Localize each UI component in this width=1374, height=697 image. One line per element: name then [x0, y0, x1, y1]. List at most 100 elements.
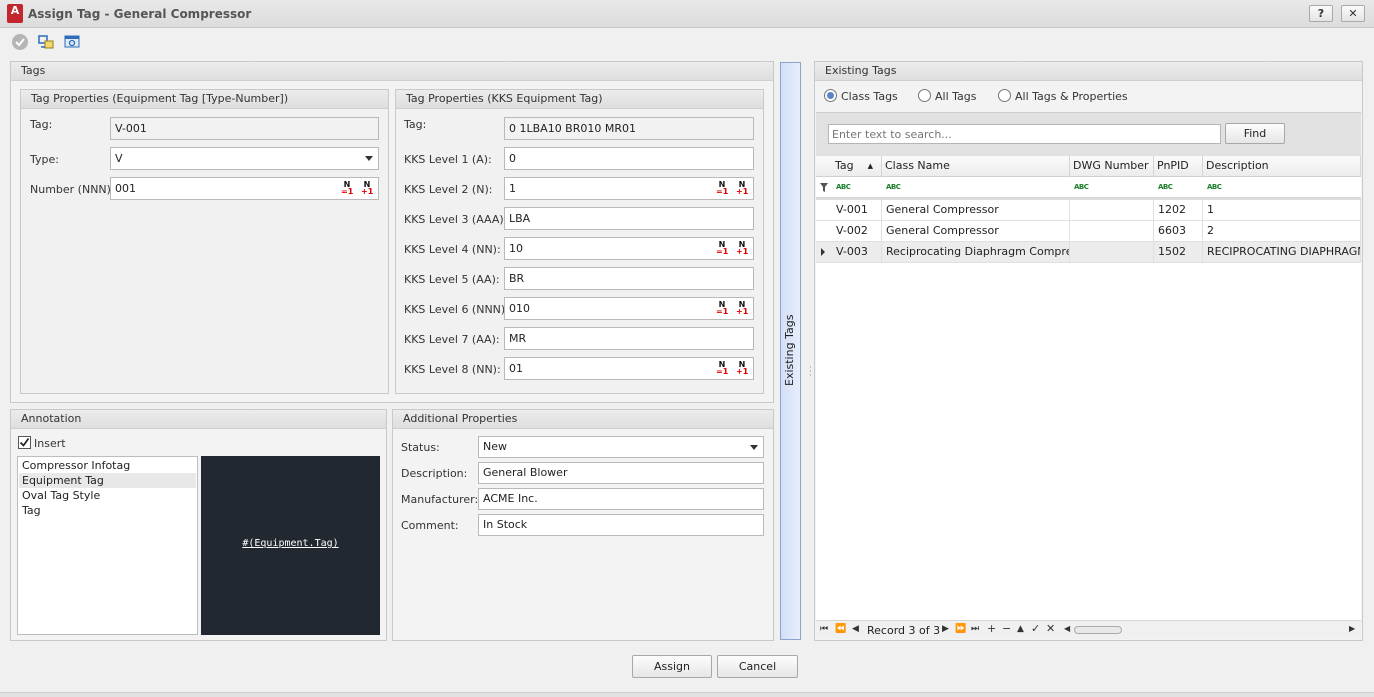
number-input[interactable]: 001 N =1 N +1	[110, 177, 379, 200]
plus-glyph: +1	[736, 187, 749, 196]
close-button[interactable]: ✕	[1341, 5, 1365, 22]
next-record-icon[interactable]: ▶	[942, 624, 949, 634]
cancel-button[interactable]: Cancel	[717, 655, 798, 678]
find-button[interactable]: Find	[1225, 123, 1285, 144]
kks-level-6-label: KKS Level 6 (NNN):	[404, 303, 509, 316]
decrement-icon[interactable]: N =1	[716, 181, 729, 196]
previous-page-icon[interactable]: ⏪	[835, 624, 846, 634]
list-item[interactable]: Tag	[19, 503, 196, 518]
scroll-right-icon[interactable]: ▶	[1349, 624, 1355, 633]
list-item[interactable]: Oval Tag Style	[19, 488, 196, 503]
type-label: Type:	[30, 153, 59, 166]
list-item[interactable]: Compressor Infotag	[19, 458, 196, 473]
description-input[interactable]: General Blower	[478, 462, 764, 484]
accept-icon[interactable]	[11, 33, 29, 51]
kks-level-value: LBA	[509, 212, 531, 225]
increment-icon[interactable]: N +1	[736, 361, 748, 376]
increment-icon[interactable]: N +1	[736, 241, 748, 256]
filter-cell-icon[interactable]: ABC	[886, 183, 901, 191]
type-select[interactable]: V	[110, 147, 379, 170]
column-header-label: PnPID	[1157, 159, 1189, 172]
kks-level-8-input[interactable]: 01 N =1 N +1	[504, 357, 754, 380]
kks-level-2-label: KKS Level 2 (N):	[404, 183, 493, 196]
description-label: Description:	[401, 467, 468, 480]
kks-level-5-input[interactable]: BR	[504, 267, 754, 290]
radio-0[interactable]	[824, 89, 837, 102]
filter-icon[interactable]	[820, 183, 828, 192]
previous-record-icon[interactable]: ◀	[852, 624, 859, 634]
cell-pnpid: 6603	[1154, 221, 1203, 242]
decrement-icon[interactable]: N =1	[341, 181, 354, 196]
kks-level-3-input[interactable]: LBA	[504, 207, 754, 230]
minus-glyph: =1	[716, 367, 729, 376]
help-button[interactable]: ?	[1309, 5, 1333, 22]
increment-icon[interactable]: N +1	[736, 181, 749, 196]
edit-icon[interactable]: ▲	[1017, 624, 1024, 634]
horizontal-scrollbar-thumb[interactable]	[1074, 626, 1122, 634]
app-icon: A	[7, 4, 23, 23]
kks-level-7-input[interactable]: MR	[504, 327, 754, 350]
manufacturer-input[interactable]: ACME Inc.	[478, 488, 764, 510]
column-header-2[interactable]: DWG Number	[1070, 156, 1154, 177]
column-header-0[interactable]: Tag ▲	[832, 156, 882, 177]
decrement-icon[interactable]: N =1	[716, 241, 728, 256]
column-header-label: Tag	[835, 159, 854, 172]
status-select[interactable]: New	[478, 436, 764, 458]
equipment-tag-value: V-001	[110, 117, 379, 140]
decrement-icon[interactable]: N =1	[716, 361, 729, 376]
column-header-3[interactable]: PnPID	[1154, 156, 1203, 177]
kks-level-4-label: KKS Level 4 (NN):	[404, 243, 501, 256]
radio-label-1: All Tags	[935, 90, 977, 103]
insert-checkbox[interactable]	[18, 436, 31, 449]
manufacturer-label: Manufacturer:	[401, 493, 479, 506]
scroll-left-icon[interactable]: ◀	[1064, 624, 1070, 633]
cell-pnpid: 1502	[1154, 242, 1203, 263]
column-header-4[interactable]: Description	[1203, 156, 1361, 177]
minus-glyph: =1	[716, 187, 729, 196]
list-item-selected[interactable]: Equipment Tag	[19, 473, 196, 488]
zoom-view-icon[interactable]	[63, 33, 81, 51]
column-header-1[interactable]: Class Name	[882, 156, 1070, 177]
column-header-label: DWG Number	[1073, 159, 1149, 172]
next-page-icon[interactable]: ⏩	[955, 624, 966, 634]
kks-level-1-input[interactable]: 0	[504, 147, 754, 170]
kks-level-2-input[interactable]: 1 N =1 N +1	[504, 177, 754, 200]
search-input[interactable]	[828, 124, 1221, 144]
assign-button[interactable]: Assign	[632, 655, 712, 678]
kks-level-3-label: KKS Level 3 (AAA):	[404, 213, 508, 226]
radio-dot	[827, 92, 834, 99]
radio-label-2: All Tags & Properties	[1015, 90, 1128, 103]
cell-description: RECIPROCATING DIAPHRAGM C	[1203, 242, 1361, 263]
table-row[interactable]: V-001 General Compressor 1202 1	[816, 200, 1361, 221]
table-row[interactable]: V-003Reciprocating Diaphragm Compressor 1…	[816, 242, 1361, 263]
cancel-edit-icon[interactable]: ✕	[1046, 622, 1055, 635]
radio-1[interactable]	[918, 89, 931, 102]
apply-icon[interactable]: ✓	[1031, 622, 1040, 635]
kks-level-6-input[interactable]: 010 N =1 N +1	[504, 297, 754, 320]
increment-icon[interactable]: N +1	[736, 301, 748, 316]
cell-pnpid: 1202	[1154, 200, 1203, 221]
select-tag-icon[interactable]	[37, 33, 55, 51]
equipment-tag-title: Tag Properties (Equipment Tag [Type-Numb…	[21, 90, 388, 109]
kks-level-4-input[interactable]: 10 N =1 N +1	[504, 237, 754, 260]
cell-class_name: General Compressor	[882, 200, 1070, 221]
filter-cell-icon[interactable]: ABC	[1207, 183, 1222, 191]
minus-glyph: =1	[341, 187, 354, 196]
grip-icon[interactable]: · · ·	[809, 364, 812, 381]
type-value: V	[115, 152, 123, 165]
comment-input[interactable]: In Stock	[478, 514, 764, 536]
decrement-icon[interactable]: N =1	[716, 301, 728, 316]
additional-properties-title: Additional Properties	[393, 410, 773, 429]
radio-2[interactable]	[998, 89, 1011, 102]
remove-icon[interactable]: −	[1002, 622, 1011, 635]
first-record-icon[interactable]: ⏮	[820, 624, 828, 634]
last-record-icon[interactable]: ⏭	[971, 624, 979, 634]
filter-cell-icon[interactable]: ABC	[1158, 183, 1173, 191]
increment-icon[interactable]: N +1	[361, 181, 373, 196]
record-counter: Record 3 of 3	[867, 624, 941, 637]
add-icon[interactable]: +	[987, 622, 996, 635]
annotation-title: Annotation	[11, 410, 386, 429]
filter-cell-icon[interactable]: ABC	[1074, 183, 1089, 191]
table-row[interactable]: V-002 General Compressor 6603 2	[816, 221, 1361, 242]
filter-cell-icon[interactable]: ABC	[836, 183, 851, 191]
